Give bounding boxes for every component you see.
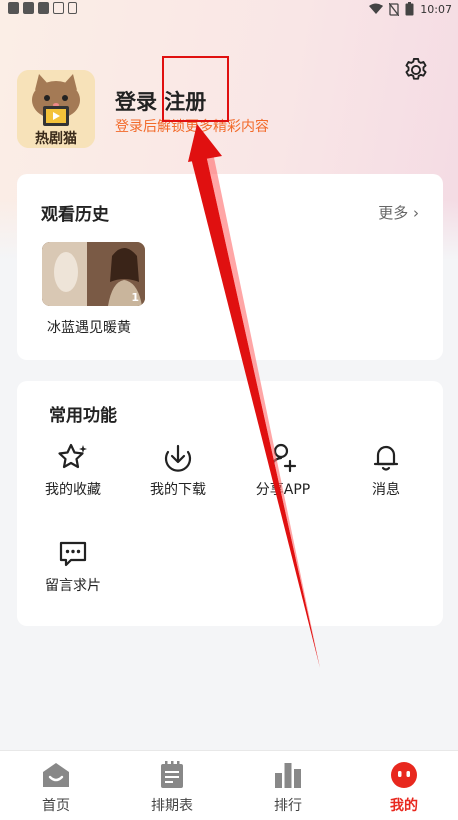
downloads-label: 我的下载 [150,482,206,498]
add-user-icon [269,443,297,473]
share-app-label: 分享APP [255,482,311,498]
chevron-right-icon: › [408,204,419,222]
episode-badge: 1 [131,291,139,304]
functions-title: 常用功能 [49,406,117,426]
home-icon [43,763,69,787]
clock: 10:07 [420,2,452,16]
download-icon [164,444,192,472]
system-icons: 10:07 [369,2,452,16]
mine-icon [391,762,417,788]
downloads-button[interactable]: 我的下载 [138,441,218,499]
no-sim-icon [389,2,400,16]
ranking-icon [275,763,301,788]
history-item-title[interactable]: 冰蓝遇见暖黄 [47,317,131,337]
app-notification-icon [38,2,49,14]
history-title: 观看历史 [41,205,109,225]
wifi-icon [369,3,384,14]
favorites-label: 我的收藏 [45,482,101,498]
common-functions-card: 常用功能 我的收藏 我的下载 分享APP 消息 留言求片 [17,381,443,626]
status-bar: 10:07 [0,0,458,18]
share-app-button[interactable]: 分享APP [243,441,323,499]
nav-home-label: 首页 [42,798,70,814]
nav-schedule[interactable]: 排期表 [132,761,212,815]
qr-icon [68,2,77,14]
avatar-logo-text: 热剧猫 [35,131,77,147]
history-thumbnail[interactable]: 1 [42,242,145,306]
settings-gear-icon[interactable] [402,56,430,84]
drama-poster-image [42,242,145,306]
battery-icon [405,2,414,16]
avatar[interactable]: 热剧猫 [17,70,95,148]
nav-mine[interactable]: 我的 [364,761,444,815]
watch-history-card: 观看历史 更多 › 1 冰蓝遇见暖黄 [17,174,443,360]
favorites-button[interactable]: 我的收藏 [33,441,113,499]
history-more-link[interactable]: 更多 › [378,202,419,223]
chat-icon [59,541,87,567]
request-drama-label: 留言求片 [45,578,101,594]
app-notification-icon [23,2,34,14]
messages-label: 消息 [372,482,400,498]
bottom-navigation: 首页 排期表 排行 我的 [0,750,458,820]
nav-schedule-label: 排期表 [151,798,193,814]
request-drama-button[interactable]: 留言求片 [33,537,113,595]
nav-mine-label: 我的 [390,798,418,814]
nav-home[interactable]: 首页 [16,761,96,815]
more-label: 更多 [378,204,409,222]
bell-icon [373,445,399,471]
annotation-highlight-box [162,56,229,122]
notification-icons [8,2,77,14]
messages-button[interactable]: 消息 [346,441,426,499]
nav-ranking[interactable]: 排行 [248,761,328,815]
star-icon [58,443,87,469]
nav-ranking-label: 排行 [274,798,302,814]
mail-icon [53,2,64,14]
schedule-icon [161,761,183,788]
app-notification-icon [8,2,19,14]
